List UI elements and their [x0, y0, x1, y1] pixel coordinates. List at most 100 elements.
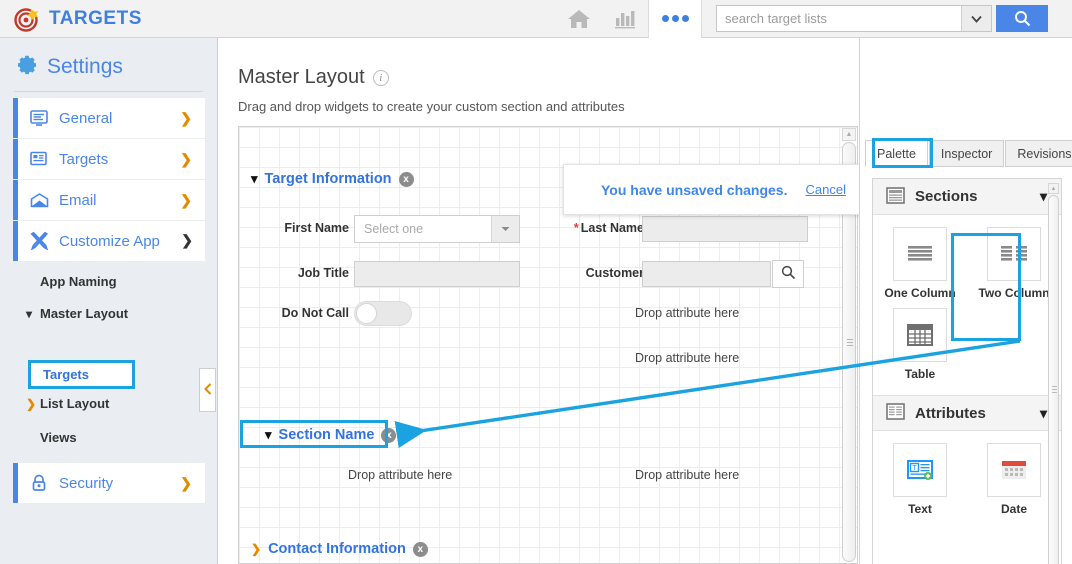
sidebar-subitem-label: Targets [43, 367, 89, 382]
chevron-right-icon: ❯ [180, 192, 192, 208]
close-icon[interactable]: x [398, 171, 414, 187]
section-name: Section Name [278, 427, 375, 443]
envelope-icon [28, 192, 50, 208]
drop-zone[interactable]: Drop attribute here [635, 306, 739, 320]
attributes-icon [886, 403, 905, 423]
chevron-down-icon[interactable]: ▾ [251, 171, 258, 187]
sidebar-item-security[interactable]: Security ❯ [13, 463, 205, 503]
palette-tile-two-column[interactable]: Two Column [967, 227, 1061, 300]
sidebar-item-views[interactable]: Views [0, 424, 217, 451]
drop-zone[interactable]: Drop attribute here [348, 468, 452, 482]
job-title-input[interactable] [354, 261, 520, 287]
sidebar-subitem-label: List Layout [40, 396, 110, 411]
right-panel: Palette Inspector Revisions Sections ▾ O… [859, 38, 1072, 564]
chevron-right-icon[interactable]: ❯ [251, 542, 261, 556]
sidebar-title: Settings [47, 54, 123, 78]
sidebar-item-general[interactable]: General ❯ [13, 98, 205, 138]
sidebar-collapse-handle[interactable] [199, 368, 216, 412]
search-input[interactable] [717, 6, 961, 31]
top-bar: TARGETS [0, 0, 1072, 38]
banner-message: You have unsaved changes. [601, 181, 788, 198]
palette-tile-label: Two Column [978, 286, 1050, 300]
tab-label: Revisions [1017, 146, 1072, 161]
close-icon[interactable]: x [381, 427, 397, 443]
section-name: Target Information [264, 171, 392, 187]
palette-tile-label: Date [1000, 502, 1027, 516]
settings-sidebar: Settings General ❯ Targets ❯ Email ❯ Cus… [0, 38, 218, 564]
monitor-icon [28, 110, 50, 126]
section-header-section-name[interactable]: ▾ Section Name x [265, 427, 397, 443]
target-icon [14, 6, 40, 32]
chevron-down-icon[interactable]: ▾ [1040, 405, 1047, 422]
chevron-right-icon: ❯ [26, 396, 37, 411]
sidebar-item-list-layout[interactable]: ❯ List Layout [0, 390, 217, 417]
sidebar-item-targets-selected[interactable]: Targets [28, 360, 135, 389]
sections-icon [886, 186, 905, 207]
chevron-down-icon[interactable] [491, 216, 519, 242]
chevron-down-icon[interactable]: ▾ [265, 427, 272, 443]
toggle-knob [356, 303, 377, 324]
customer-lookup-button[interactable] [772, 260, 804, 288]
chevron-down-icon: ❯ [181, 232, 193, 248]
sidebar-item-targets[interactable]: Targets ❯ [13, 139, 205, 179]
caret-up-icon[interactable]: ▲ [1048, 183, 1059, 194]
sidebar-item-master-layout[interactable]: ▾ Master Layout [0, 300, 217, 327]
section-header-target-information[interactable]: ▾ Target Information x [251, 171, 414, 187]
required-marker: * [573, 221, 579, 235]
search-button[interactable] [996, 5, 1048, 32]
first-name-select[interactable]: Select one [354, 215, 520, 243]
palette-group-sections[interactable]: Sections ▾ [873, 179, 1061, 215]
sidebar-item-label: Email [59, 191, 97, 209]
customer-input[interactable] [642, 261, 771, 287]
palette-tile-label: Text [908, 502, 932, 516]
do-not-call-toggle[interactable] [354, 301, 412, 326]
one-column-icon [893, 227, 947, 281]
tab-palette[interactable]: Palette [865, 140, 928, 167]
palette-tile-date[interactable]: Date [967, 443, 1061, 516]
cancel-button[interactable]: Cancel [805, 182, 845, 197]
palette-tile-text[interactable]: T Text [873, 443, 967, 516]
page-title: Master Layout i [238, 66, 389, 89]
date-attribute-icon [987, 443, 1041, 497]
sidebar-item-email[interactable]: Email ❯ [13, 180, 205, 220]
drop-zone[interactable]: Drop attribute here [635, 468, 739, 482]
gear-icon [16, 54, 38, 79]
table-icon [893, 308, 947, 362]
tab-revisions[interactable]: Revisions [1005, 140, 1072, 167]
palette-group-attributes[interactable]: Attributes ▾ [873, 395, 1061, 431]
caret-up-icon[interactable]: ▲ [842, 128, 856, 141]
divider [701, 0, 702, 38]
application-window: TARGETS search target lists Settings Gen… [0, 0, 1072, 564]
sidebar-item-label: Customize App [59, 232, 160, 250]
info-icon[interactable]: i [372, 69, 389, 86]
chevron-down-icon[interactable]: ▾ [1040, 188, 1047, 205]
tools-icon [28, 232, 50, 250]
search-box[interactable] [716, 5, 992, 32]
tab-inspector[interactable]: Inspector [928, 140, 1005, 167]
select-placeholder: Select one [364, 222, 424, 236]
home-icon[interactable] [556, 0, 602, 38]
chevron-down-icon[interactable] [961, 6, 991, 31]
palette-tile-one-column[interactable]: One Column [873, 227, 967, 300]
sidebar-subitem-label: App Naming [40, 274, 117, 289]
scrollbar-thumb[interactable] [1048, 195, 1059, 564]
last-name-input[interactable] [642, 216, 808, 242]
drop-zone[interactable]: Drop attribute here [635, 351, 739, 365]
card-icon [28, 151, 50, 167]
palette-scrollbar[interactable]: ▲ [1048, 183, 1059, 564]
field-label-customer: Customer [585, 266, 644, 280]
lock-icon [28, 474, 50, 492]
sidebar-item-app-naming[interactable]: App Naming [0, 268, 217, 295]
close-icon[interactable]: x [412, 541, 428, 557]
ellipsis-icon[interactable] [649, 0, 701, 38]
sidebar-item-label: General [59, 109, 113, 127]
text-attribute-icon: T [893, 443, 947, 497]
bar-chart-icon[interactable] [602, 0, 648, 38]
section-name: Contact Information [268, 541, 406, 557]
section-header-contact-information[interactable]: ❯ Contact Information x [251, 541, 428, 557]
sidebar-item-customize-app[interactable]: Customize App ❯ [13, 221, 205, 261]
scrollbar-grip [847, 339, 853, 346]
palette-tile-table[interactable]: Table [873, 308, 967, 381]
brand[interactable]: TARGETS [0, 6, 556, 32]
sidebar-subitem-label: Master Layout [40, 306, 129, 321]
